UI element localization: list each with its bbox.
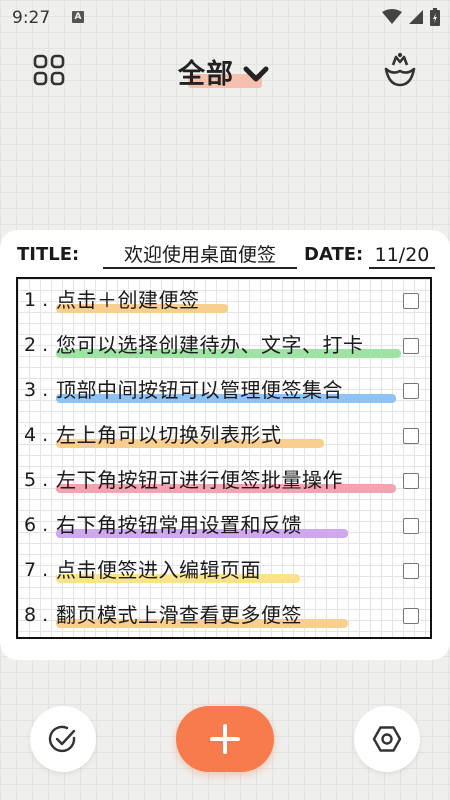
list-item: 4 . 左上角可以切换列表形式 [18, 414, 430, 459]
note-date: 11/20 [369, 244, 435, 269]
list-item: 1 . 点击＋创建便签 [18, 279, 430, 324]
batch-operation-button[interactable] [30, 706, 96, 772]
item-text: 顶部中间按钮可以管理便签集合 [56, 378, 343, 402]
item-checkbox[interactable] [403, 473, 419, 489]
item-text: 左上角可以切换列表形式 [56, 423, 282, 447]
signal-icon [409, 10, 423, 24]
page-title: 全部 [178, 59, 234, 90]
chevron-down-icon [243, 66, 269, 81]
layout-toggle-button[interactable] [29, 50, 69, 90]
item-checkbox[interactable] [403, 608, 419, 624]
status-icons [382, 8, 440, 26]
list-item: 6 . 右下角按钮常用设置和反馈 [18, 504, 430, 549]
item-number: 3 . [24, 379, 49, 401]
item-text: 翻页模式上滑查看更多便签 [56, 603, 302, 627]
item-text: 您可以选择创建待办、文字、打卡 [56, 333, 364, 357]
item-checkbox[interactable] [403, 383, 419, 399]
list-item: 3 . 顶部中间按钮可以管理便签集合 [18, 369, 430, 414]
list-item: 7 . 点击便签进入编辑页面 [18, 549, 430, 594]
top-bar: 全部 [0, 48, 450, 92]
title-label: TITLE: [17, 244, 80, 265]
item-checkbox[interactable] [403, 338, 419, 354]
item-number: 8 . [24, 604, 49, 626]
wifi-icon [382, 9, 402, 24]
item-text: 点击便签进入编辑页面 [56, 558, 261, 582]
item-checkbox[interactable] [403, 428, 419, 444]
item-number: 1 . [24, 289, 49, 311]
hexagon-settings-icon [372, 726, 402, 752]
note-meta: TITLE: 欢迎使用桌面便签 DATE: 11/20 [17, 244, 437, 270]
plus-icon [210, 724, 240, 754]
settings-button[interactable] [354, 706, 420, 772]
list-item: 5 . 左下角按钮可进行便签批量操作 [18, 459, 430, 504]
crown-icon [384, 52, 416, 87]
add-note-button[interactable] [176, 706, 274, 772]
item-text: 右下角按钮常用设置和反馈 [56, 513, 302, 537]
item-text: 左下角按钮可进行便签批量操作 [56, 468, 343, 492]
item-number: 4 . [24, 424, 49, 446]
grid-view-icon [33, 54, 65, 86]
status-time: 9:27 [12, 8, 51, 28]
premium-button[interactable] [380, 50, 420, 90]
item-checkbox[interactable] [403, 518, 419, 534]
item-number: 5 . [24, 469, 49, 491]
item-text: 点击＋创建便签 [56, 288, 200, 312]
note-list: 1 . 点击＋创建便签 2 . 您可以选择创建待办、文字、打卡 3 . 顶部中间… [16, 277, 432, 639]
status-bar: 9:27 A [0, 0, 450, 36]
note-title: 欢迎使用桌面便签 [103, 244, 297, 269]
check-circle-icon [48, 725, 76, 753]
battery-icon [430, 8, 440, 26]
list-item: 2 . 您可以选择创建待办、文字、打卡 [18, 324, 430, 369]
item-number: 6 . [24, 514, 49, 536]
notification-icon: A [72, 11, 84, 23]
collection-selector[interactable]: 全部 [178, 52, 270, 91]
item-checkbox[interactable] [403, 563, 419, 579]
item-checkbox[interactable] [403, 293, 419, 309]
date-label: DATE: [304, 244, 364, 265]
item-number: 2 . [24, 334, 49, 356]
item-number: 7 . [24, 559, 49, 581]
list-item: 8 . 翻页模式上滑查看更多便签 [18, 594, 430, 639]
